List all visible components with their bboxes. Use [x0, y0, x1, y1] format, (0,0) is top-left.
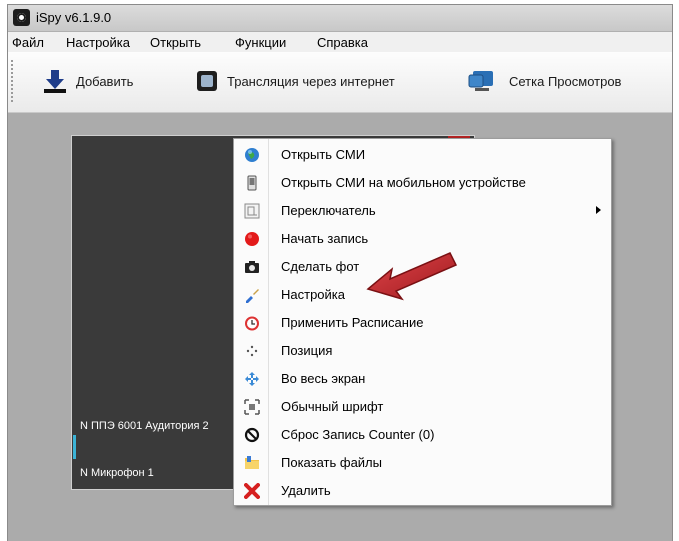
position-dots-icon	[243, 342, 260, 359]
ispy-eye-icon	[13, 9, 30, 26]
menu-file[interactable]: Файл	[12, 35, 44, 50]
toolbar-grip[interactable]	[11, 60, 13, 104]
menu-item-label: Открыть СМИ	[281, 147, 366, 162]
menu-settings[interactable]: Настройка	[66, 35, 130, 50]
view-grid-button-label: Сетка Просмотров	[509, 73, 622, 89]
menu-item-label: Позиция	[281, 343, 333, 358]
clock-icon	[243, 314, 260, 331]
submenu-arrow-icon	[596, 206, 601, 214]
fullscreen-arrows-icon	[243, 370, 260, 387]
add-button[interactable]: Добавить	[42, 66, 133, 96]
download-arrow-icon	[44, 70, 66, 93]
reset-circle-icon	[243, 426, 260, 443]
monitor-grid-icon	[468, 71, 493, 91]
menu-item-apply-schedule[interactable]: Применить Расписание	[234, 309, 611, 336]
menu-item-show-files[interactable]: Показать файлы	[234, 449, 611, 476]
red-pointer-arrow-icon	[366, 252, 458, 301]
broadcast-button[interactable]: Трансляция через интернет	[195, 66, 395, 96]
menu-item-open-media[interactable]: Открыть СМИ	[234, 141, 611, 168]
title-bar: iSpy v6.1.9.0	[8, 5, 672, 32]
settings-brush-icon	[243, 286, 260, 303]
broadcast-button-label: Трансляция через интернет	[227, 73, 395, 89]
mobile-phone-icon	[243, 174, 260, 191]
folder-icon	[243, 454, 260, 471]
window-title: iSpy v6.1.9.0	[36, 10, 112, 25]
menu-item-label: Обычный шрифт	[281, 399, 384, 414]
menu-item-label: Сброс Запись Counter (0)	[281, 427, 435, 442]
mic-level-bar	[73, 435, 76, 459]
switch-icon	[243, 202, 260, 219]
menu-item-reset-record-counter[interactable]: Сброс Запись Counter (0)	[234, 421, 611, 448]
camera-label: N ППЭ 6001 Аудитория 2	[80, 420, 209, 432]
broadcast-screen-icon	[197, 71, 217, 91]
menu-item-normal-font[interactable]: Обычный шрифт	[234, 393, 611, 420]
menu-open[interactable]: Открыть	[150, 35, 201, 50]
menu-item-label: Показать файлы	[281, 455, 382, 470]
menu-item-fullscreen[interactable]: Во весь экран	[234, 365, 611, 392]
menu-item-label: Начать запись	[281, 231, 369, 246]
globe-icon	[243, 146, 260, 163]
add-button-label: Добавить	[76, 73, 134, 89]
record-icon	[243, 230, 260, 247]
menu-item-label: Удалить	[281, 483, 331, 498]
menu-item-switch[interactable]: Переключатель	[234, 197, 611, 224]
menu-item-label: Сделать фот	[281, 259, 360, 274]
toolbar: Добавить Трансляция через интернет Сетка…	[8, 52, 672, 113]
menu-item-delete[interactable]: Удалить	[234, 477, 611, 504]
normal-view-icon	[243, 398, 260, 415]
menu-item-label: Настройка	[281, 287, 345, 302]
view-grid-button[interactable]: Сетка Просмотров	[467, 66, 621, 96]
delete-x-icon	[243, 482, 260, 499]
microphone-label: N Микрофон 1	[80, 467, 154, 479]
context-menu: Открыть СМИ Открыть СМИ на мобильном уст…	[233, 138, 612, 506]
menu-help[interactable]: Справка	[317, 35, 368, 50]
menu-item-label: Во весь экран	[281, 371, 366, 386]
menu-item-open-media-mobile[interactable]: Открыть СМИ на мобильном устройстве	[234, 169, 611, 196]
menu-item-label: Переключатель	[281, 203, 376, 218]
menu-item-label: Применить Расписание	[281, 315, 424, 330]
camera-icon	[243, 258, 260, 275]
menu-bar: Файл Настройка Открыть Функции Справка	[8, 32, 672, 52]
menu-item-label: Открыть СМИ на мобильном устройстве	[281, 175, 526, 190]
menu-item-position[interactable]: Позиция	[234, 337, 611, 364]
menu-functions[interactable]: Функции	[235, 35, 286, 50]
